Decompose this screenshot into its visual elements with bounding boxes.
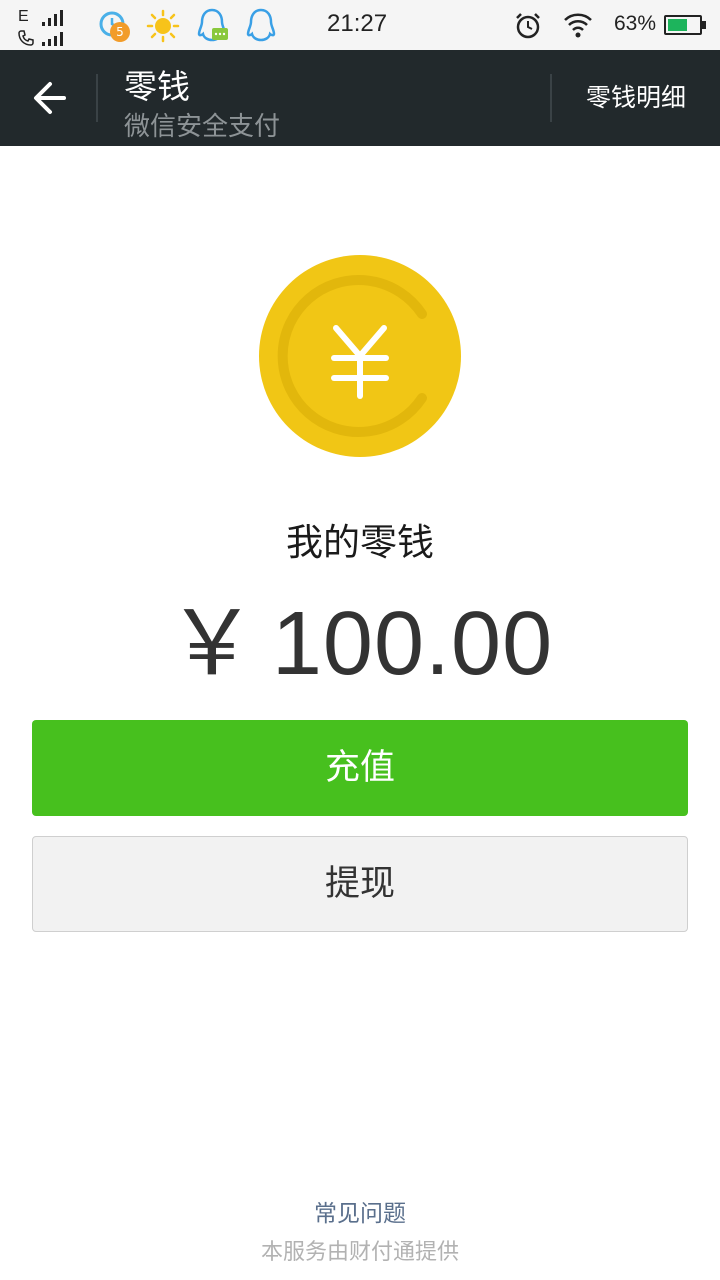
signal-icon <box>42 10 63 26</box>
withdraw-button[interactable]: 提现 <box>32 836 688 932</box>
sync-notification-icon: 5 <box>98 8 134 44</box>
battery-percent: 63% <box>614 12 657 35</box>
notification-badge: 5 <box>110 22 130 42</box>
back-arrow-icon <box>34 82 66 114</box>
back-button[interactable] <box>20 72 76 124</box>
cellular-status: E <box>16 6 78 46</box>
phone-icon <box>18 30 34 46</box>
faq-link[interactable]: 常见问题 <box>0 1194 720 1228</box>
wallet-detail-link[interactable]: 零钱明细 <box>552 50 720 146</box>
wifi-icon <box>564 13 592 38</box>
alarm-icon <box>516 13 540 39</box>
currency-symbol: ￥ <box>166 591 258 696</box>
qq-message-icon <box>197 8 228 42</box>
network-type-label: E <box>18 8 29 25</box>
wallet-screen: E 5 21:27 63% 零钱 微信安全支付 零钱明细 我的零钱 ￥ 100.… <box>0 0 720 1280</box>
signal-icon-secondary <box>42 32 63 46</box>
wallet-label: 我的零钱 <box>286 521 434 564</box>
qq-icon <box>246 8 276 42</box>
page-subtitle: 微信安全支付 <box>124 112 281 142</box>
balance-amount: ￥ 100.00 <box>0 570 720 700</box>
battery-level-fill <box>668 19 687 31</box>
provider-note: 本服务由财付通提供 <box>260 1240 459 1265</box>
nav-bar: 零钱 微信安全支付 零钱明细 <box>0 50 720 146</box>
yuan-coin-icon <box>259 255 461 457</box>
battery-icon <box>664 15 706 35</box>
balance-value: 100.00 <box>271 594 554 694</box>
page-title: 零钱 <box>124 67 190 106</box>
recharge-button[interactable]: 充值 <box>32 720 688 816</box>
nav-divider-left <box>96 74 98 122</box>
status-bar: E 5 21:27 63% <box>0 0 720 50</box>
weather-sun-icon <box>146 9 180 43</box>
clock-time: 21:27 <box>327 10 388 37</box>
